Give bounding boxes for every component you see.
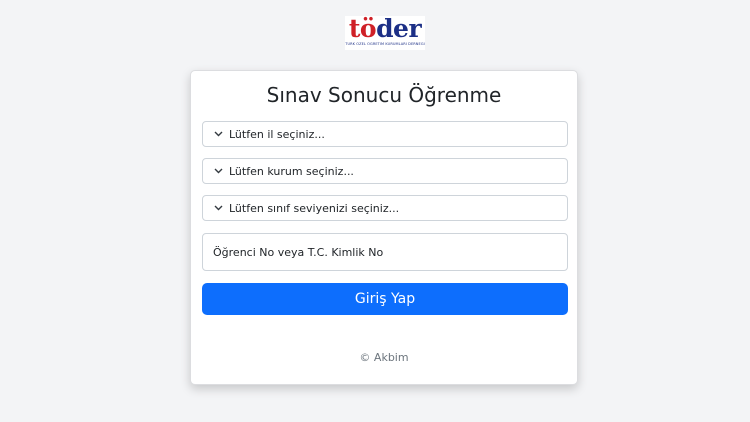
logo-wordmark: töder [345,16,425,42]
student-id-input[interactable]: Öğrenci No veya T.C. Kimlik No [202,233,568,271]
grade-level-select[interactable]: Lütfen sınıf seviyenizi seçiniz... [202,195,568,221]
page: töder TÜRK ÖZEL ÖĞRETİM KURUMLARI DERNEĞ… [0,0,750,422]
footer-copyright: © Akbim [359,351,409,364]
institution-select[interactable]: Lütfen kurum seçiniz... [202,158,568,184]
logo-tagline: TÜRK ÖZEL ÖĞRETİM KURUMLARI DERNEĞİ [345,42,425,46]
institution-select-value: Lütfen kurum seçiniz... [229,164,354,178]
grade-level-select-value: Lütfen sınıf seviyenizi seçiniz... [229,201,400,215]
logo-wordmark-rest: der [376,14,422,43]
chevron-down-icon [213,129,223,139]
chevron-down-icon [213,166,223,176]
chevron-down-icon [213,203,223,213]
logo-wordmark-accent: tö [348,14,377,43]
province-select[interactable]: Lütfen il seçiniz... [202,121,568,147]
login-button[interactable]: Giriş Yap [202,283,568,315]
student-id-placeholder: Öğrenci No veya T.C. Kimlik No [213,245,384,259]
toder-logo: töder TÜRK ÖZEL ÖĞRETİM KURUMLARI DERNEĞ… [345,16,425,50]
exam-result-card: Sınav Sonucu Öğrenme Lütfen il seçiniz..… [190,70,578,385]
province-select-value: Lütfen il seçiniz... [229,127,325,141]
card-title: Sınav Sonucu Öğrenme [266,83,502,107]
